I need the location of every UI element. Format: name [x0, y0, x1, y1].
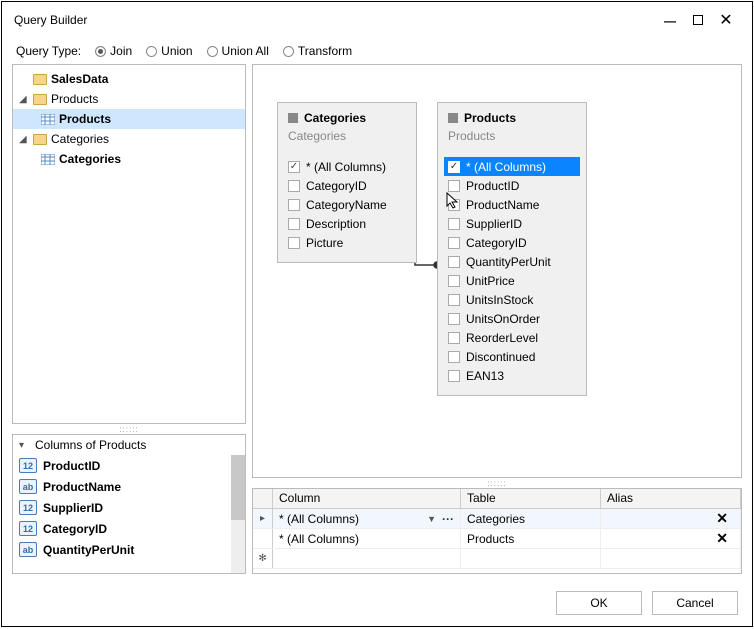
- folder-icon: [33, 74, 47, 85]
- column-item[interactable]: 12SupplierID: [13, 497, 245, 518]
- table-icon: [448, 113, 458, 123]
- table-icon: [41, 114, 55, 125]
- radio-transform[interactable]: Transform: [283, 44, 352, 58]
- checkbox[interactable]: [448, 332, 460, 344]
- field-item[interactable]: CategoryID: [444, 233, 580, 252]
- column-item[interactable]: abProductName: [13, 476, 245, 497]
- columns-panel: ▾ Columns of Products 12ProductIDabProdu…: [12, 434, 246, 574]
- checkbox[interactable]: ✓: [448, 161, 460, 173]
- checkbox[interactable]: [288, 199, 300, 211]
- titlebar: Query Builder ✕: [2, 2, 752, 38]
- checkbox[interactable]: [288, 237, 300, 249]
- grid-new-row[interactable]: ✻: [253, 549, 741, 569]
- column-item[interactable]: 12ProductID: [13, 455, 245, 476]
- field-item[interactable]: QuantityPerUnit: [444, 252, 580, 271]
- field-item[interactable]: CategoryID: [284, 176, 410, 195]
- checkbox[interactable]: [288, 218, 300, 230]
- columns-grid[interactable]: Column Table Alias ▸ * (All Columns)▼···…: [252, 488, 742, 574]
- cancel-button[interactable]: Cancel: [652, 591, 738, 615]
- folder-icon: [33, 134, 47, 145]
- dropdown-icon[interactable]: ▼: [427, 514, 436, 524]
- scrollbar[interactable]: [231, 455, 245, 573]
- grid-header-alias[interactable]: Alias: [601, 489, 741, 508]
- field-item[interactable]: UnitPrice: [444, 271, 580, 290]
- ok-button[interactable]: OK: [556, 591, 642, 615]
- window-title: Query Builder: [14, 13, 656, 27]
- field-item[interactable]: UnitsInStock: [444, 290, 580, 309]
- field-item[interactable]: CategoryName: [284, 195, 410, 214]
- tree-node-categories[interactable]: ◢ Categories: [13, 129, 245, 149]
- tree-root[interactable]: SalesData: [13, 69, 245, 89]
- checkbox[interactable]: [448, 256, 460, 268]
- grid-row[interactable]: * (All Columns) Products ✕: [253, 529, 741, 549]
- field-item[interactable]: ProductID: [444, 176, 580, 195]
- remove-row-button[interactable]: ✕: [716, 510, 734, 527]
- type-badge: ab: [19, 479, 37, 494]
- type-badge: 12: [19, 521, 37, 536]
- splitter-horizontal[interactable]: [252, 478, 742, 488]
- ellipsis-button[interactable]: ···: [442, 512, 454, 526]
- field-item[interactable]: Picture: [284, 233, 410, 252]
- table-icon: [41, 154, 55, 165]
- table-box-categories[interactable]: Categories Categories ✓* (All Columns)Ca…: [277, 102, 417, 263]
- remove-row-button[interactable]: ✕: [716, 530, 734, 547]
- tree-node-products[interactable]: ◢ Products: [13, 89, 245, 109]
- radio-union[interactable]: Union: [146, 44, 192, 58]
- grid-header-column[interactable]: Column: [273, 489, 461, 508]
- close-button[interactable]: ✕: [712, 10, 740, 30]
- new-row-icon: ✻: [253, 549, 273, 568]
- field-item[interactable]: Discontinued: [444, 347, 580, 366]
- table-icon: [288, 113, 298, 123]
- grid-header-table[interactable]: Table: [461, 489, 601, 508]
- field-item[interactable]: Description: [284, 214, 410, 233]
- field-item[interactable]: ✓* (All Columns): [284, 157, 410, 176]
- radio-join[interactable]: Join: [95, 44, 132, 58]
- radio-union-all[interactable]: Union All: [207, 44, 269, 58]
- checkbox[interactable]: [448, 370, 460, 382]
- checkbox[interactable]: [288, 180, 300, 192]
- type-badge: ab: [19, 542, 37, 557]
- checkbox[interactable]: [448, 313, 460, 325]
- checkbox[interactable]: [448, 237, 460, 249]
- source-tree[interactable]: SalesData ◢ Products Products ◢ Categori…: [12, 64, 246, 424]
- field-item[interactable]: EAN13: [444, 366, 580, 385]
- field-item[interactable]: ProductName: [444, 195, 580, 214]
- table-box-products[interactable]: Products Products ✓* (All Columns)Produc…: [437, 102, 587, 396]
- folder-icon: [33, 94, 47, 105]
- design-canvas[interactable]: Categories Categories ✓* (All Columns)Ca…: [252, 64, 742, 478]
- grid-row[interactable]: ▸ * (All Columns)▼··· Categories ✕: [253, 509, 741, 529]
- maximize-button[interactable]: [684, 12, 712, 28]
- columns-list[interactable]: 12ProductIDabProductName12SupplierID12Ca…: [13, 455, 245, 573]
- type-badge: 12: [19, 500, 37, 515]
- minimize-button[interactable]: [656, 12, 684, 28]
- column-item[interactable]: 12CategoryID: [13, 518, 245, 539]
- tree-node-products-table[interactable]: Products: [13, 109, 245, 129]
- tree-node-categories-table[interactable]: Categories: [13, 149, 245, 169]
- checkbox[interactable]: ✓: [288, 161, 300, 173]
- row-indicator-icon: ▸: [253, 509, 273, 528]
- checkbox[interactable]: [448, 180, 460, 192]
- scrollbar-thumb[interactable]: [231, 455, 245, 520]
- checkbox[interactable]: [448, 294, 460, 306]
- query-builder-window: Query Builder ✕ Query Type: Join Union U…: [1, 1, 753, 627]
- checkbox[interactable]: [448, 199, 460, 211]
- field-item[interactable]: SupplierID: [444, 214, 580, 233]
- checkbox[interactable]: [448, 351, 460, 363]
- columns-panel-title: Columns of Products: [35, 438, 146, 452]
- collapse-icon[interactable]: ▾: [19, 440, 29, 451]
- type-badge: 12: [19, 458, 37, 473]
- query-type-row: Query Type: Join Union Union All Transfo…: [2, 38, 752, 64]
- checkbox[interactable]: [448, 218, 460, 230]
- checkbox[interactable]: [448, 275, 460, 287]
- field-item[interactable]: ReorderLevel: [444, 328, 580, 347]
- column-item[interactable]: abQuantityPerUnit: [13, 539, 245, 560]
- field-item[interactable]: UnitsOnOrder: [444, 309, 580, 328]
- field-item[interactable]: ✓* (All Columns): [444, 157, 580, 176]
- query-type-label: Query Type:: [16, 44, 81, 58]
- splitter-horizontal[interactable]: [12, 424, 246, 434]
